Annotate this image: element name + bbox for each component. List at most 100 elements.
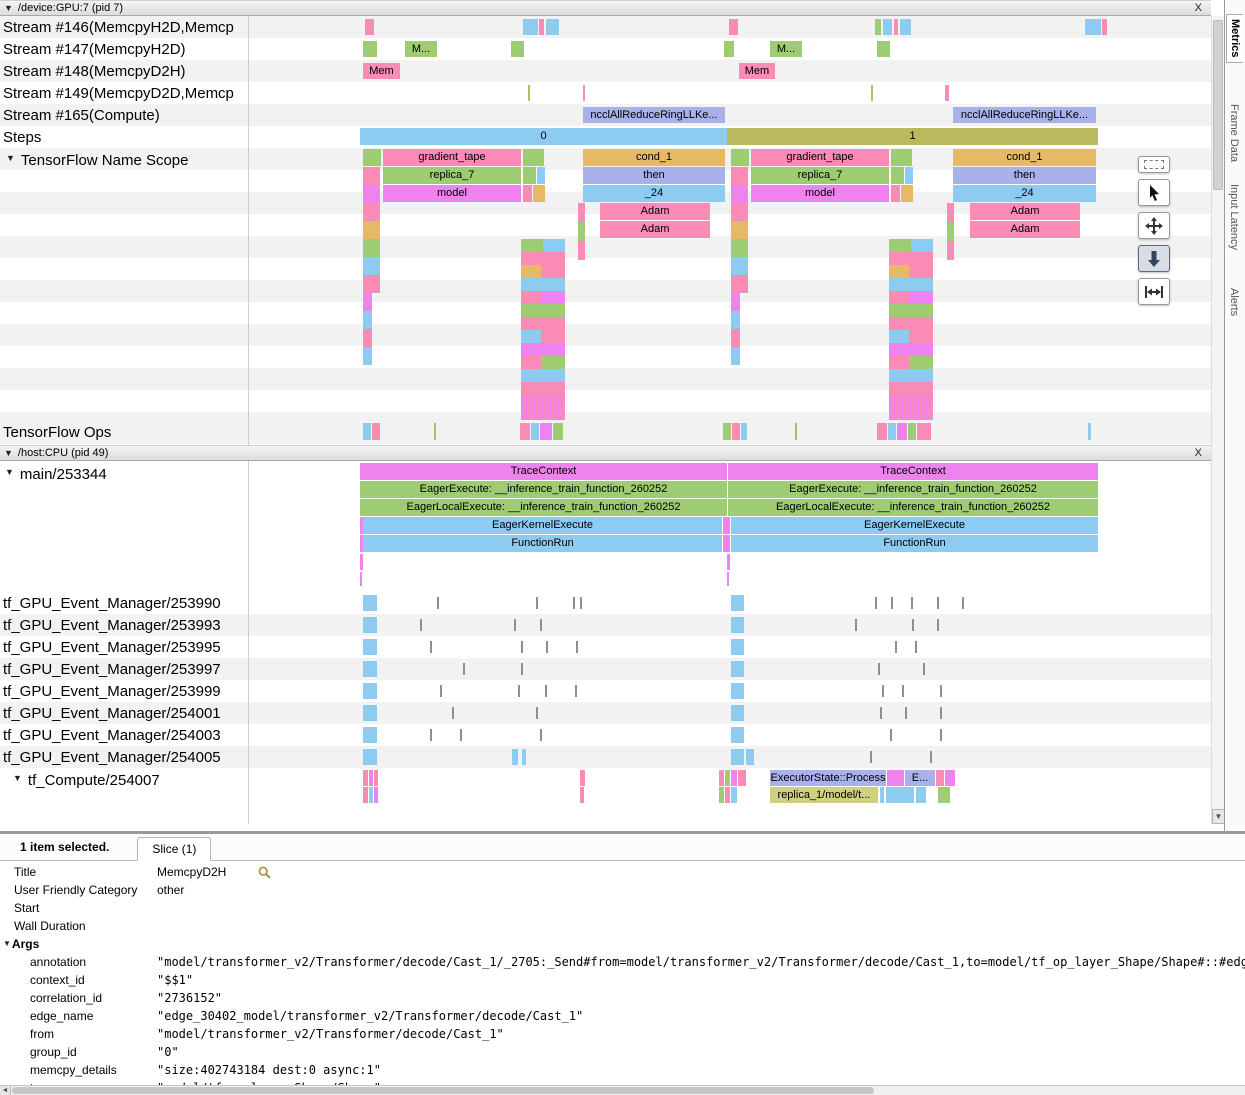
trace-slice[interactable] xyxy=(727,572,729,586)
trace-slice[interactable] xyxy=(883,19,892,35)
trace-slice[interactable] xyxy=(363,203,380,221)
trace-slice[interactable] xyxy=(889,317,933,330)
trace-slice[interactable] xyxy=(891,167,904,184)
trace-slice[interactable] xyxy=(888,423,896,440)
trace-slice[interactable] xyxy=(912,619,914,631)
trace-slice[interactable] xyxy=(947,241,954,260)
trace-slice[interactable] xyxy=(369,787,373,803)
trace-slice[interactable] xyxy=(911,239,933,252)
trace-slice[interactable] xyxy=(511,41,524,57)
trace-slice[interactable] xyxy=(1085,19,1101,35)
scrollbar-thumb[interactable] xyxy=(1213,20,1223,190)
trace-slice[interactable] xyxy=(937,597,939,609)
trace-slice[interactable] xyxy=(731,705,744,721)
trace-slice[interactable] xyxy=(430,729,432,741)
trace-slice[interactable] xyxy=(895,641,897,653)
trace-slice[interactable] xyxy=(528,85,530,101)
marquee-tool-button[interactable] xyxy=(1138,156,1170,173)
trace-slice[interactable] xyxy=(523,185,532,202)
trace-slice[interactable] xyxy=(719,770,724,786)
trace-slice[interactable] xyxy=(363,275,380,293)
trace-slice[interactable] xyxy=(889,408,933,420)
trace-slice[interactable]: model xyxy=(383,185,521,202)
trace-slice[interactable] xyxy=(573,597,575,609)
trace-slice[interactable] xyxy=(889,395,933,408)
trace-slice[interactable] xyxy=(420,619,422,631)
trace-slice[interactable] xyxy=(363,770,368,786)
trace-slice[interactable]: E... xyxy=(905,770,935,786)
trace-slice[interactable]: replica_1/model/t... xyxy=(770,787,878,803)
trace-slice[interactable]: _24 xyxy=(583,185,725,202)
trace-slice[interactable] xyxy=(545,685,547,697)
trace-slice[interactable] xyxy=(731,787,737,803)
trace-slice[interactable] xyxy=(731,347,740,365)
trace-slice[interactable] xyxy=(540,423,552,440)
trace-slice[interactable] xyxy=(889,291,909,304)
trace-slice[interactable] xyxy=(723,517,730,534)
scrollbar-thumb[interactable] xyxy=(12,1087,874,1094)
trace-slice[interactable] xyxy=(518,685,520,697)
trace-slice[interactable]: Adam xyxy=(970,203,1080,220)
trace-slice[interactable] xyxy=(889,382,933,395)
trace-slice[interactable]: Adam xyxy=(600,221,710,238)
trace-slice[interactable] xyxy=(880,707,882,719)
trace-slice[interactable] xyxy=(731,311,740,329)
trace-slice[interactable] xyxy=(521,343,565,356)
trace-slice[interactable]: Mem xyxy=(363,63,400,79)
trace-slice[interactable] xyxy=(1088,423,1091,440)
trace-slice[interactable] xyxy=(887,770,904,786)
trace-slice[interactable] xyxy=(947,222,954,241)
trace-slice[interactable] xyxy=(890,729,892,741)
tab-alerts[interactable]: Alerts xyxy=(1226,284,1242,320)
trace-slice[interactable] xyxy=(731,749,744,765)
trace-slice[interactable]: Adam xyxy=(970,221,1080,238)
select-tool-button[interactable] xyxy=(1138,179,1170,206)
trace-slice[interactable] xyxy=(541,330,565,343)
collapse-icon[interactable]: ▼ xyxy=(4,447,13,460)
trace-slice[interactable] xyxy=(520,423,530,440)
trace-slice[interactable] xyxy=(731,167,748,185)
trace-slice[interactable]: 0 xyxy=(360,128,727,145)
trace-slice[interactable] xyxy=(521,382,565,395)
trace-slice[interactable] xyxy=(363,41,377,57)
trace-slice[interactable] xyxy=(363,311,372,329)
trace-slice[interactable] xyxy=(537,167,545,184)
trace-slice[interactable] xyxy=(723,423,731,440)
trace-slice[interactable] xyxy=(521,278,565,291)
trace-slice[interactable]: TraceContext xyxy=(728,463,1098,480)
trace-slice[interactable] xyxy=(880,787,884,803)
trace-slice[interactable] xyxy=(875,19,881,35)
trace-slice[interactable] xyxy=(363,149,381,166)
trace-slice[interactable] xyxy=(915,641,917,653)
trace-slice[interactable]: cond_1 xyxy=(583,149,725,166)
tab-slice[interactable]: Slice (1) xyxy=(137,837,211,861)
trace-slice[interactable] xyxy=(541,356,565,369)
trace-slice[interactable] xyxy=(363,329,372,347)
trace-slice[interactable] xyxy=(363,617,377,633)
trace-slice[interactable] xyxy=(580,770,585,786)
trace-slice[interactable] xyxy=(363,683,377,699)
trace-slice[interactable]: EagerExecute: __inference_train_function… xyxy=(728,481,1098,498)
trace-slice[interactable] xyxy=(731,329,740,347)
trace-slice[interactable] xyxy=(877,423,887,440)
trace-slice[interactable]: _24 xyxy=(953,185,1096,202)
trace-slice[interactable]: model xyxy=(751,185,889,202)
trace-slice[interactable] xyxy=(541,291,565,304)
trace-slice[interactable] xyxy=(731,639,744,655)
trace-slice[interactable] xyxy=(546,641,548,653)
trace-slice[interactable] xyxy=(902,685,904,697)
trace-slice[interactable] xyxy=(938,787,950,803)
trace-slice[interactable]: gradient_tape xyxy=(383,149,521,166)
trace-slice[interactable] xyxy=(731,203,748,221)
trace-slice[interactable] xyxy=(875,597,877,609)
trace-slice[interactable] xyxy=(723,535,730,552)
trace-slice[interactable] xyxy=(886,787,914,803)
trace-slice[interactable] xyxy=(460,729,462,741)
trace-slice[interactable] xyxy=(546,19,559,35)
tab-input-latency[interactable]: Input Latency xyxy=(1226,180,1242,254)
trace-slice[interactable] xyxy=(543,239,565,252)
trace-slice[interactable] xyxy=(521,317,565,330)
trace-slice[interactable]: ncclAllReduceRingLLKe... xyxy=(583,107,725,123)
trace-slice[interactable] xyxy=(437,597,439,609)
trace-slice[interactable] xyxy=(746,749,754,765)
